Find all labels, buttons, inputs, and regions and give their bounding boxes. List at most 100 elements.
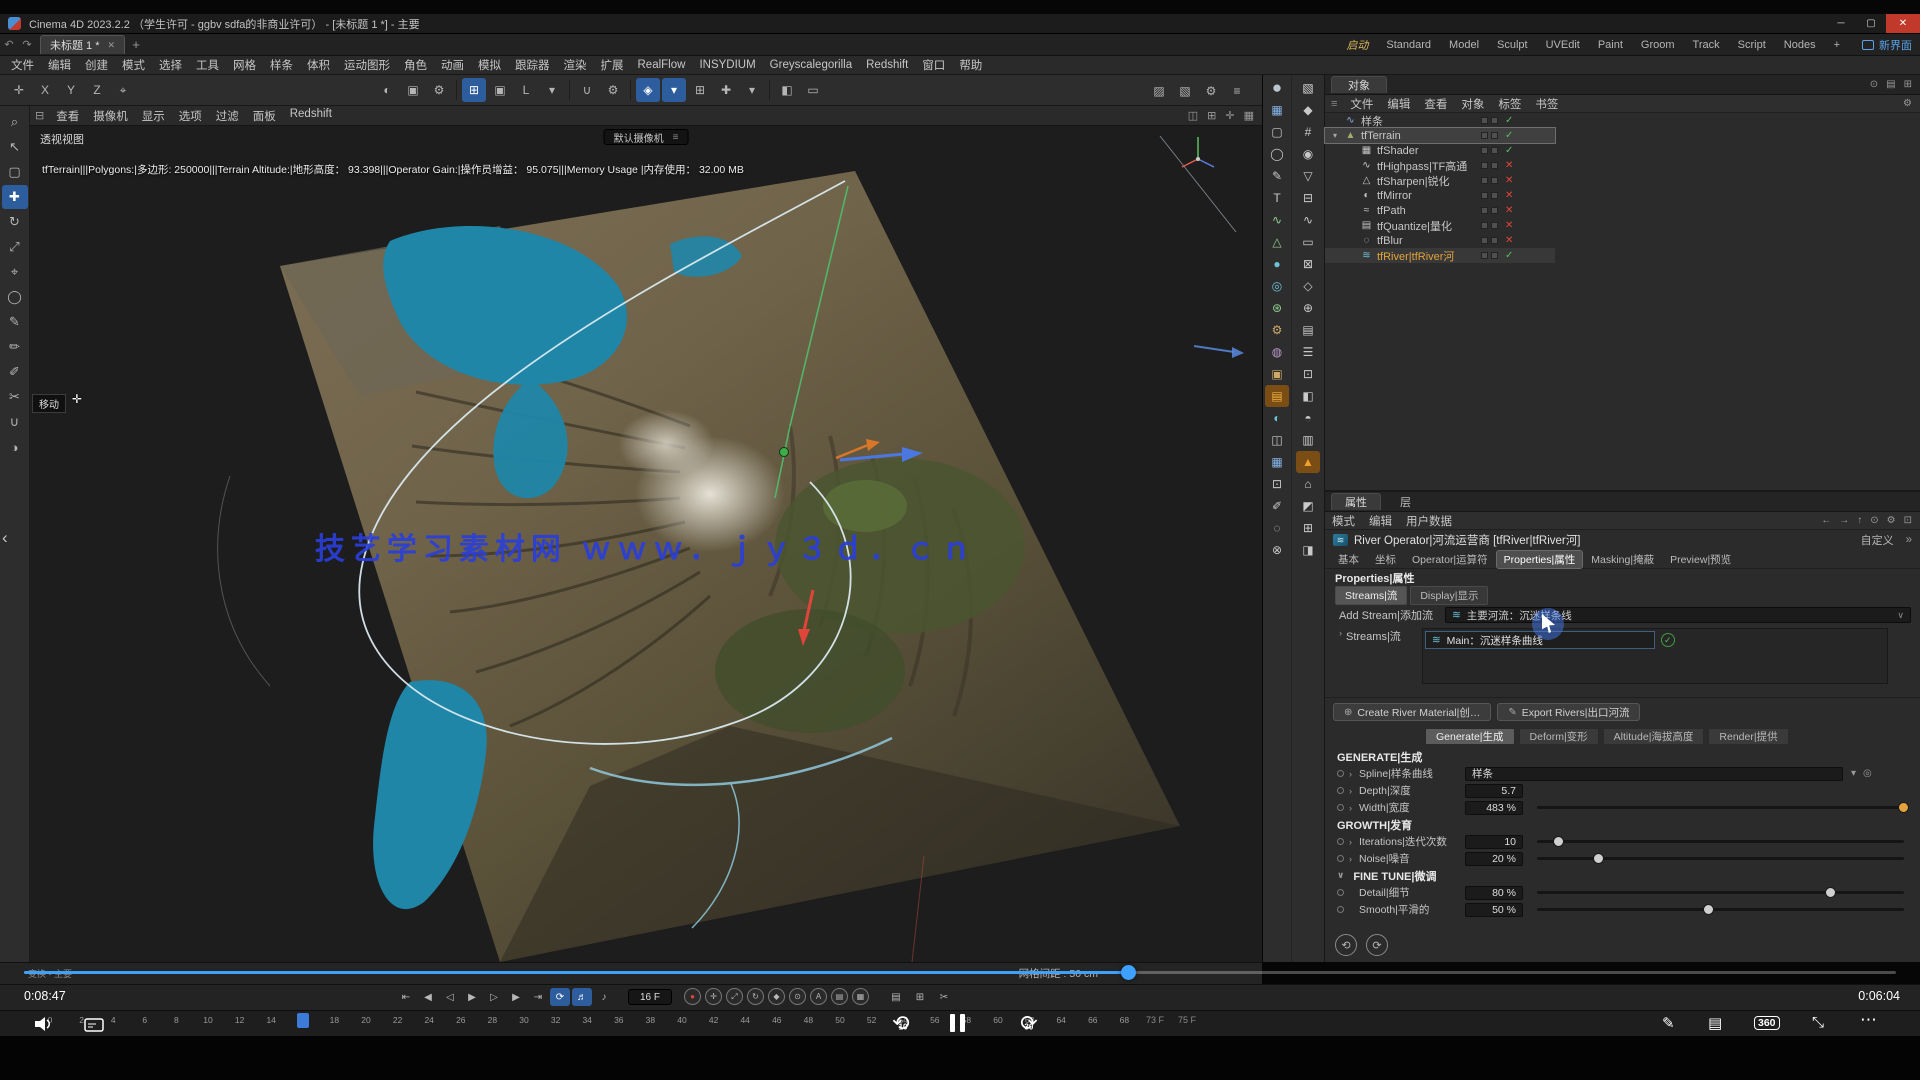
anim-dot[interactable] <box>1337 906 1344 913</box>
viewport-grid-icon[interactable]: ▦ <box>1244 109 1254 122</box>
viewport-pan-icon[interactable]: ✛ <box>1225 109 1234 122</box>
layout-tab[interactable]: Nodes <box>1776 37 1824 53</box>
plane-icon[interactable]: ▭ <box>1296 231 1320 253</box>
tool-handle-button[interactable]: ▣ <box>488 78 512 102</box>
render-visibility-dot[interactable] <box>1491 207 1498 214</box>
object-row[interactable]: ∿ 样条 <box>1325 113 1555 128</box>
am-menu-item[interactable]: 编辑 <box>1362 513 1399 529</box>
group-collapse-icon[interactable]: ∨ <box>1337 870 1344 881</box>
render-visibility-dot[interactable] <box>1491 162 1498 169</box>
viewport-menu-item[interactable]: 过滤 <box>209 108 246 124</box>
expand-toggle-icon[interactable]: ▾ <box>1333 131 1343 140</box>
rotate-tool-icon[interactable]: ↻ <box>2 210 28 234</box>
tweak-tool-button[interactable]: ⊞ <box>462 78 486 102</box>
menu-item[interactable]: 角色 <box>397 57 434 73</box>
plane-primitive-icon[interactable]: ▢ <box>1265 121 1289 143</box>
snap-options-button[interactable]: ▾ <box>662 78 686 102</box>
om-menu-item[interactable]: 文件 <box>1343 96 1380 112</box>
toolbar-separator[interactable] <box>627 78 634 102</box>
export-rivers-button[interactable]: ✎ Export Rivers|出口河流 <box>1497 703 1640 721</box>
object-row[interactable]: ▤ tfQuantize|量化 <box>1325 218 1555 233</box>
select-tool-icon[interactable]: ↖ <box>2 135 28 159</box>
object-label[interactable]: tfPath <box>1377 205 1406 217</box>
editor-visibility-dot[interactable] <box>1481 252 1488 259</box>
axis-gizmo-icon[interactable] <box>1176 131 1220 176</box>
om-search-icon[interactable]: ⊙ <box>1870 79 1878 90</box>
nav-back-icon[interactable]: ← <box>1821 515 1831 526</box>
prev-key-button[interactable]: ◀ <box>418 988 438 1006</box>
spline-wrap-icon[interactable]: ∿ <box>1265 209 1289 231</box>
f-curve-button[interactable]: ▤ <box>886 988 906 1006</box>
viewport-menu-item[interactable]: 显示 <box>135 108 172 124</box>
quantize-toggle-button[interactable]: ⊞ <box>688 78 712 102</box>
stream-list[interactable]: ≋ Main：沉迷样条曲线 ✓ <box>1422 628 1888 684</box>
play-button[interactable]: ▶ <box>462 988 482 1006</box>
lock-x-axis-button[interactable]: X <box>33 78 57 102</box>
render-visibility-dot[interactable] <box>1491 132 1498 139</box>
viewport-canvas[interactable]: 透视视图 默认摄像机 ≡ tfTerrain|||Polygons:|多边形: … <box>30 126 1262 962</box>
editor-visibility-dot[interactable] <box>1481 237 1488 244</box>
row-chevron-icon[interactable]: › <box>1349 837 1359 847</box>
record-button[interactable]: ● <box>684 988 701 1005</box>
am-settings-icon[interactable]: ⚙ <box>1887 515 1896 526</box>
next-frame-button[interactable]: ▷ <box>484 988 504 1006</box>
key-pla-toggle[interactable]: ⊙ <box>789 988 806 1005</box>
close-button[interactable]: ✕ <box>1886 14 1920 33</box>
viewport-menu-item[interactable]: 查看 <box>49 108 86 124</box>
layout-tab[interactable]: Script <box>1730 37 1774 53</box>
layout-tab[interactable]: Standard <box>1378 37 1439 53</box>
document-tab[interactable]: 未标题 1 * ✕ <box>40 35 125 54</box>
tab-objects[interactable]: 对象 <box>1331 76 1387 93</box>
depth-value-field[interactable]: 5.7 <box>1465 784 1523 798</box>
object-label[interactable]: tfRiver|tfRiver河 <box>1377 248 1454 264</box>
reload-button[interactable]: ⟳ <box>1366 934 1388 956</box>
om-menu-item[interactable]: 查看 <box>1417 96 1454 112</box>
menu-item[interactable]: 网格 <box>226 57 263 73</box>
rows-icon[interactable]: ▥ <box>1296 429 1320 451</box>
null-object-icon[interactable]: ⊗ <box>1265 539 1289 561</box>
key-parameter-toggle[interactable]: ◆ <box>768 988 785 1005</box>
render-visibility-dot[interactable] <box>1491 177 1498 184</box>
voxel-icon[interactable]: ⊡ <box>1265 473 1289 495</box>
object-row[interactable]: ▦ tfShader <box>1325 143 1555 158</box>
minimize-button[interactable]: ─ <box>1826 14 1856 33</box>
enable-state-icon[interactable] <box>1505 220 1513 231</box>
menu-item[interactable]: 扩展 <box>594 57 631 73</box>
axis-tool-icon[interactable]: ⌖ <box>2 260 28 284</box>
material-sphere-icon[interactable]: ● <box>1265 77 1289 99</box>
object-label[interactable]: tfMirror <box>1377 190 1412 202</box>
om-filter-icon[interactable]: ▤ <box>1886 79 1895 90</box>
cone-icon[interactable]: ▽ <box>1296 165 1320 187</box>
object-label[interactable]: tfHighpass|TF高通 <box>1377 158 1467 174</box>
menu-item[interactable]: 体积 <box>300 57 337 73</box>
section-tab[interactable]: Preview|预览 <box>1663 551 1738 568</box>
modeling-settings-button[interactable]: ⚙ <box>601 78 625 102</box>
layout-tab[interactable]: Track <box>1685 37 1728 53</box>
dot-square-icon[interactable]: ⊡ <box>1296 363 1320 385</box>
editor-visibility-dot[interactable] <box>1481 207 1488 214</box>
anim-dot[interactable] <box>1337 855 1344 862</box>
viewport-menu-item[interactable]: Redshift <box>283 108 339 124</box>
object-label[interactable]: tfSharpen|锐化 <box>1377 173 1450 189</box>
om-menu-item[interactable]: 书签 <box>1528 96 1565 112</box>
new-interface-button[interactable]: 新界面 <box>1854 35 1920 55</box>
pyramid-icon[interactable]: ◆ <box>1296 99 1320 121</box>
snap-toggle-button[interactable]: ◈ <box>636 78 660 102</box>
ripple-edit-button[interactable]: ✂ <box>934 988 954 1006</box>
render-visibility-dot[interactable] <box>1491 237 1498 244</box>
add-object-icon[interactable]: ⊕ <box>1296 297 1320 319</box>
layout-tab[interactable]: UVEdit <box>1538 37 1588 53</box>
streams-expand-icon[interactable]: › <box>1339 628 1342 638</box>
menu-item[interactable]: 窗口 <box>915 57 952 73</box>
menu-item[interactable]: 文件 <box>4 57 41 73</box>
stream-enabled-check-icon[interactable]: ✓ <box>1661 633 1675 647</box>
circle-spline-icon[interactable]: ◯ <box>1265 143 1289 165</box>
enable-state-icon[interactable] <box>1505 190 1513 201</box>
object-row[interactable]: ◐ tfMirror <box>1325 188 1555 203</box>
volume-builder-icon[interactable]: ⊛ <box>1265 297 1289 319</box>
spline-link-field[interactable]: 样条 <box>1465 767 1843 781</box>
group-header-finetune[interactable]: ∨ FINE TUNE|微调 <box>1325 867 1920 884</box>
overflow-chevron-icon[interactable]: » <box>1900 534 1920 546</box>
more-options-icon[interactable]: ⋯ <box>1860 1010 1878 1030</box>
row-chevron-icon[interactable]: › <box>1349 769 1359 779</box>
